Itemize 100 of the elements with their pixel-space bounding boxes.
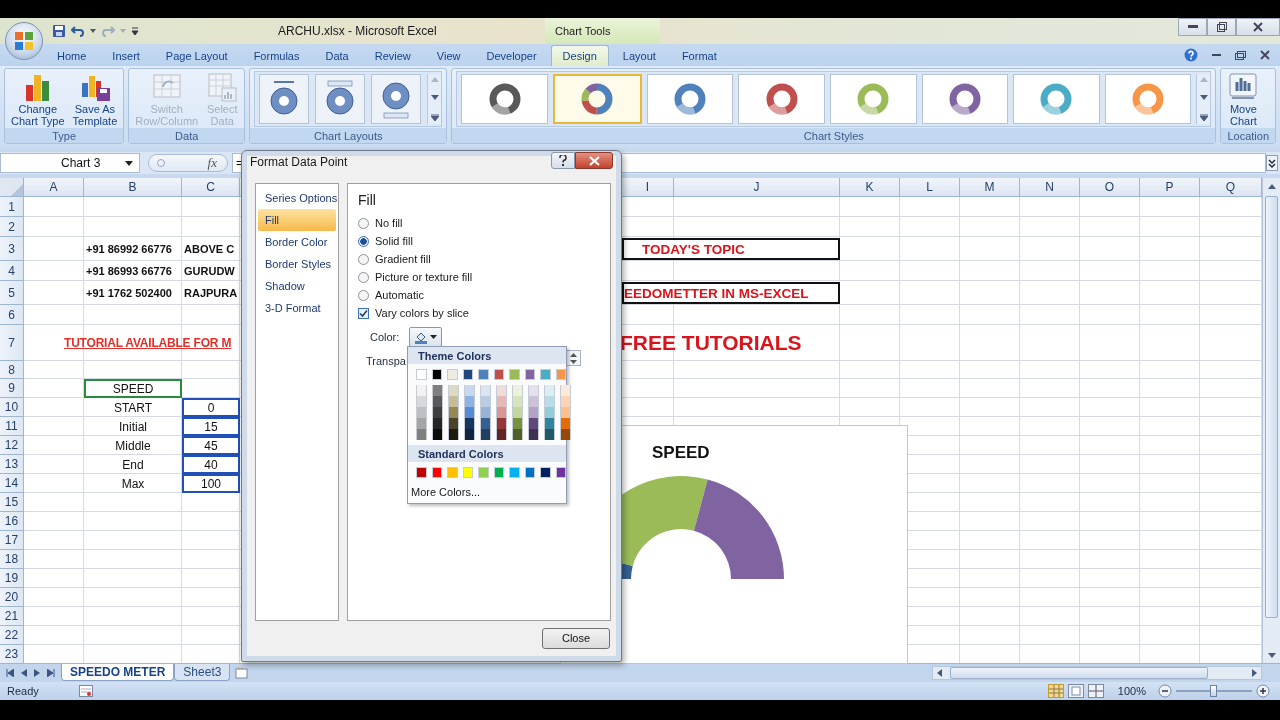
color-swatch[interactable] (528, 407, 539, 418)
color-swatch[interactable] (447, 369, 458, 380)
zoom-in-icon[interactable] (1256, 684, 1270, 698)
column-header[interactable]: L (900, 178, 960, 197)
scroll-thumb[interactable] (1265, 196, 1278, 618)
color-swatch[interactable] (416, 385, 427, 396)
row-header[interactable]: 3 (0, 237, 24, 261)
column-header[interactable]: P (1140, 178, 1200, 197)
color-swatch[interactable] (540, 467, 551, 478)
column-header[interactable]: O (1080, 178, 1140, 197)
scroll-down-icon[interactable] (1267, 652, 1276, 658)
color-swatch[interactable] (560, 429, 571, 440)
color-swatch[interactable] (496, 396, 507, 407)
checkbox[interactable]: Vary colors by slice (358, 304, 469, 322)
row-header[interactable]: 14 (0, 474, 24, 493)
color-picker-button[interactable] (409, 327, 443, 347)
ribbon-button[interactable]: Save As Template (70, 69, 120, 128)
color-swatch[interactable] (478, 369, 489, 380)
ribbon-tab[interactable]: Data (313, 45, 361, 66)
color-swatch[interactable] (555, 467, 566, 478)
color-swatch[interactable] (560, 385, 571, 396)
color-swatch[interactable] (555, 369, 566, 380)
row-header[interactable]: 7 (0, 325, 24, 361)
color-swatch[interactable] (528, 418, 539, 429)
ribbon-tab[interactable]: Layout (610, 45, 668, 66)
row-header[interactable]: 17 (0, 531, 24, 550)
row-header[interactable]: 5 (0, 281, 24, 305)
column-header[interactable]: N (1020, 178, 1080, 197)
color-swatch[interactable] (544, 407, 555, 418)
ribbon-tab[interactable]: Page Layout (153, 45, 240, 66)
scroll-left-icon[interactable] (937, 669, 942, 677)
color-swatch[interactable] (496, 407, 507, 418)
color-swatch[interactable] (528, 429, 539, 440)
close-icon[interactable] (1260, 50, 1270, 60)
restore-button[interactable] (1207, 18, 1236, 36)
down-arrow-icon[interactable] (570, 359, 577, 364)
color-swatch[interactable] (416, 429, 427, 440)
color-swatch[interactable] (524, 467, 535, 478)
color-swatch[interactable] (416, 407, 427, 418)
column-header[interactable]: A (24, 178, 84, 197)
radio-option[interactable]: No fill (358, 214, 403, 232)
more-icon[interactable] (430, 113, 439, 121)
scroll-thumb[interactable] (950, 667, 1208, 679)
color-swatch[interactable] (544, 396, 555, 407)
scroll-down-icon[interactable] (430, 95, 439, 100)
color-swatch[interactable] (464, 385, 475, 396)
color-swatch[interactable] (432, 385, 443, 396)
insert-sheet-icon[interactable] (234, 667, 251, 679)
row-header[interactable]: 4 (0, 261, 24, 281)
color-swatch[interactable] (480, 385, 491, 396)
column-header[interactable]: C (182, 178, 240, 197)
chart-style-option[interactable] (921, 73, 1009, 124)
color-swatch[interactable] (447, 467, 458, 478)
column-header[interactable]: K (840, 178, 900, 197)
page-break-view-icon[interactable] (1087, 684, 1104, 698)
scroll-down-icon[interactable] (1199, 95, 1208, 100)
column-header[interactable]: J (674, 178, 840, 197)
color-swatch[interactable] (509, 467, 520, 478)
color-swatch[interactable] (528, 396, 539, 407)
color-swatch[interactable] (544, 429, 555, 440)
close-button[interactable]: Close (542, 627, 610, 649)
color-swatch[interactable] (432, 396, 443, 407)
row-header[interactable]: 20 (0, 588, 24, 607)
row-header[interactable]: 13 (0, 455, 24, 474)
color-swatch[interactable] (524, 369, 535, 380)
ribbon-tab[interactable]: Formulas (241, 45, 312, 66)
category-item[interactable]: Border Color (256, 231, 338, 253)
color-swatch[interactable] (493, 467, 504, 478)
normal-view-icon[interactable] (1047, 684, 1064, 698)
column-header[interactable]: B (84, 178, 182, 197)
color-swatch[interactable] (416, 396, 427, 407)
color-swatch[interactable] (512, 429, 523, 440)
chart-style-option[interactable] (646, 73, 734, 124)
row-header[interactable]: 18 (0, 550, 24, 569)
color-swatch[interactable] (464, 407, 475, 418)
category-item[interactable]: Fill (258, 209, 336, 231)
macro-record-icon[interactable] (78, 685, 93, 697)
undo-icon[interactable] (71, 24, 85, 38)
name-box[interactable]: Chart 3 (0, 153, 140, 173)
color-swatch[interactable] (480, 407, 491, 418)
ribbon-tab[interactable]: Home (45, 45, 99, 66)
help-button[interactable] (551, 152, 575, 169)
row-header[interactable]: 23 (0, 645, 24, 663)
ribbon-button[interactable]: Change Chart Type (9, 69, 67, 128)
color-swatch[interactable] (544, 385, 555, 396)
color-swatch[interactable] (560, 418, 571, 429)
color-swatch[interactable] (528, 385, 539, 396)
row-header[interactable]: 1 (0, 197, 24, 217)
close-button[interactable] (575, 152, 613, 169)
color-swatch[interactable] (448, 396, 459, 407)
chart-layout-option[interactable] (371, 73, 422, 124)
ribbon-tab[interactable]: View (424, 45, 473, 66)
color-swatch[interactable] (480, 396, 491, 407)
dropdown-caret-icon[interactable] (90, 29, 96, 33)
color-swatch[interactable] (480, 429, 491, 440)
scroll-up-icon[interactable] (1267, 183, 1276, 189)
row-header[interactable]: 22 (0, 626, 24, 645)
category-item[interactable]: 3-D Format (256, 297, 338, 319)
chart-layout-option[interactable] (315, 73, 366, 124)
row-header[interactable]: 12 (0, 436, 24, 455)
